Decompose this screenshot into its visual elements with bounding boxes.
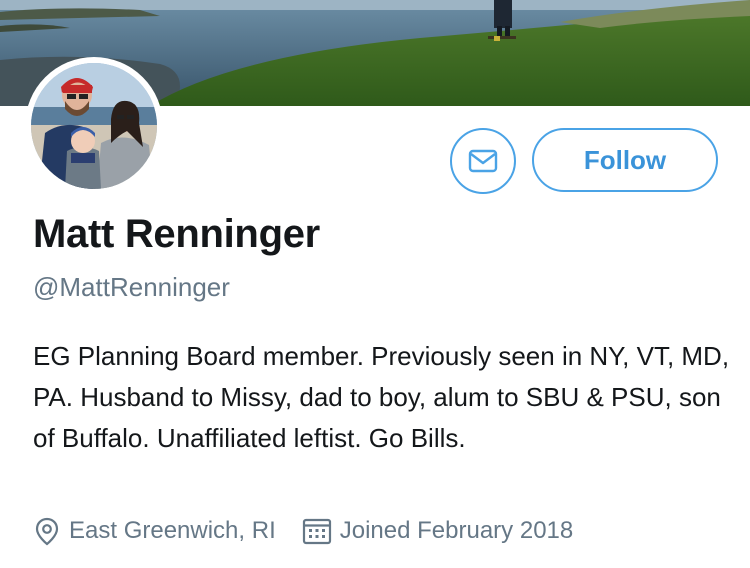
profile-avatar[interactable] — [25, 57, 163, 195]
profile-joined: Joined February 2018 — [302, 517, 573, 545]
profile-meta: East Greenwich, RI Joined February 2018 — [33, 513, 573, 549]
profile-location: East Greenwich, RI — [33, 516, 276, 546]
profile-handle: @MattRenninger — [33, 272, 230, 302]
follow-button[interactable]: Follow — [532, 128, 718, 192]
profile-bio: EG Planning Board member. Previously see… — [33, 341, 730, 453]
joined-text: Joined February 2018 — [339, 517, 574, 544]
follow-button-label: Follow — [583, 144, 667, 175]
location-text: East Greenwich, RI — [69, 517, 276, 544]
map-pin-icon — [35, 517, 59, 546]
message-button[interactable] — [450, 128, 516, 194]
envelope-icon — [468, 149, 498, 173]
calendar-icon — [302, 518, 331, 545]
profile-name: Matt Renninger — [33, 212, 320, 256]
avatar-photo — [31, 63, 157, 189]
